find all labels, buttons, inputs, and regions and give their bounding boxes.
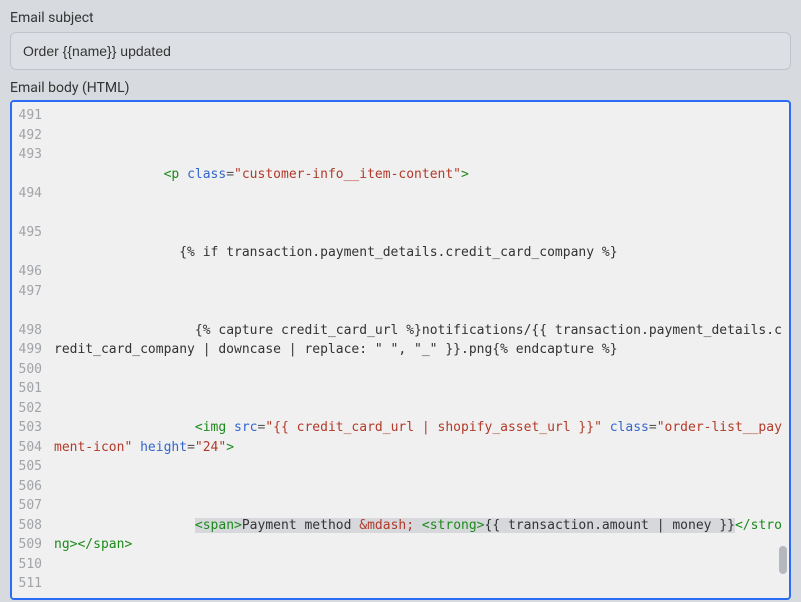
editor-code[interactable]: <p class="customer-info__item-content"> … <box>48 102 789 598</box>
editor-scroll-thumb[interactable] <box>779 546 787 574</box>
editor-scrollbar[interactable] <box>777 102 787 598</box>
email-subject-field <box>10 32 791 70</box>
email-subject-label: Email subject <box>0 0 801 32</box>
email-subject-input[interactable] <box>10 32 791 70</box>
email-body-editor[interactable]: 491492493 494 495 496497 498499500501502… <box>10 100 791 600</box>
email-body-label: Email body (HTML) <box>0 80 801 100</box>
editor-gutter: 491492493 494 495 496497 498499500501502… <box>12 102 48 598</box>
